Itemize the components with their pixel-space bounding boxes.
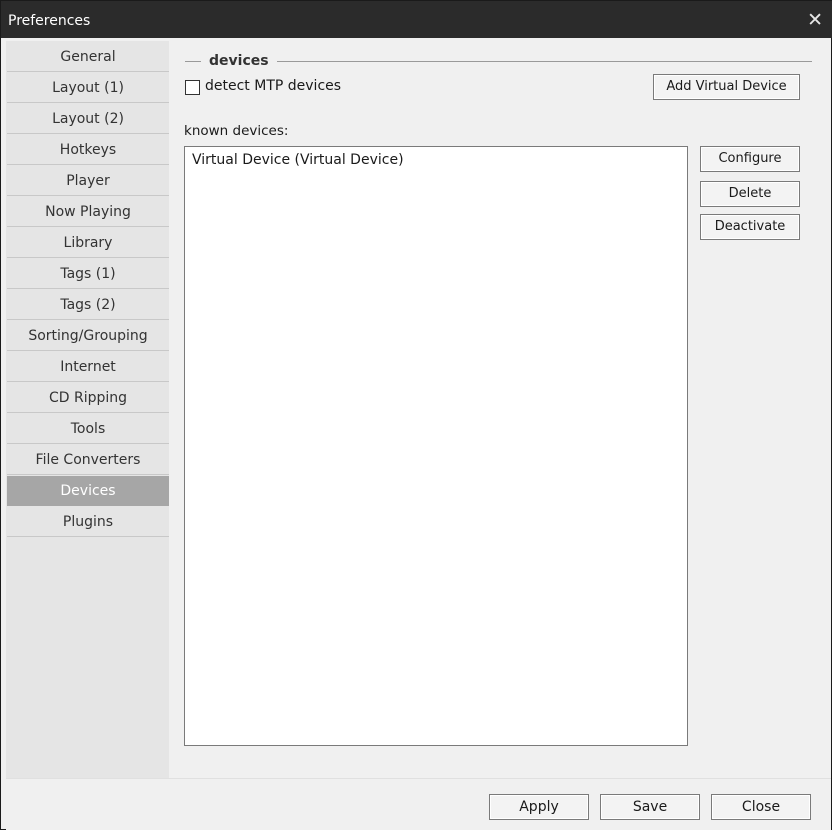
sidebar-item-plugins[interactable]: Plugins: [7, 507, 169, 537]
group-divider-right: [277, 61, 812, 62]
sidebar-item-layout-2[interactable]: Layout (2): [7, 104, 169, 134]
apply-button[interactable]: Apply: [489, 794, 589, 820]
sidebar-item-file-converters[interactable]: File Converters: [7, 445, 169, 475]
sidebar-item-now-playing[interactable]: Now Playing: [7, 197, 169, 227]
save-button[interactable]: Save: [600, 794, 700, 820]
detect-mtp-label[interactable]: detect MTP devices: [205, 78, 341, 94]
preferences-window: Preferences ✕ General Layout (1) Layout …: [0, 0, 832, 830]
sidebar-item-internet[interactable]: Internet: [7, 352, 169, 382]
sidebar-item-hotkeys[interactable]: Hotkeys: [7, 135, 169, 165]
sidebar-item-tools[interactable]: Tools: [7, 414, 169, 444]
sidebar-item-devices[interactable]: Devices: [7, 476, 169, 506]
sidebar-item-tags-1[interactable]: Tags (1): [7, 259, 169, 289]
known-devices-list[interactable]: Virtual Device (Virtual Device): [184, 146, 688, 746]
add-virtual-device-button[interactable]: Add Virtual Device: [653, 74, 800, 100]
window-title: Preferences: [8, 13, 91, 29]
configure-button[interactable]: Configure: [700, 146, 800, 172]
group-divider-left: [185, 61, 201, 62]
sidebar-item-general[interactable]: General: [7, 42, 169, 72]
known-devices-label: known devices:: [184, 123, 289, 139]
sidebar-item-tags-2[interactable]: Tags (2): [7, 290, 169, 320]
detect-mtp-checkbox[interactable]: [185, 80, 200, 95]
title-bar: Preferences ✕: [1, 1, 832, 38]
close-button[interactable]: Close: [711, 794, 811, 820]
delete-button[interactable]: Delete: [700, 181, 800, 207]
devices-panel: devices detect MTP devices Add Virtual D…: [169, 41, 831, 778]
sidebar-item-library[interactable]: Library: [7, 228, 169, 258]
sidebar-item-player[interactable]: Player: [7, 166, 169, 196]
sidebar-item-cd-ripping[interactable]: CD Ripping: [7, 383, 169, 413]
close-icon[interactable]: ✕: [807, 9, 823, 31]
list-item[interactable]: Virtual Device (Virtual Device): [192, 152, 404, 168]
sidebar-item-sorting-grouping[interactable]: Sorting/Grouping: [7, 321, 169, 351]
preferences-sidebar: General Layout (1) Layout (2) Hotkeys Pl…: [6, 41, 169, 778]
dialog-footer: Apply Save Close: [6, 778, 831, 830]
devices-group-title: devices: [209, 53, 269, 69]
sidebar-item-layout-1[interactable]: Layout (1): [7, 73, 169, 103]
deactivate-button[interactable]: Deactivate: [700, 214, 800, 240]
